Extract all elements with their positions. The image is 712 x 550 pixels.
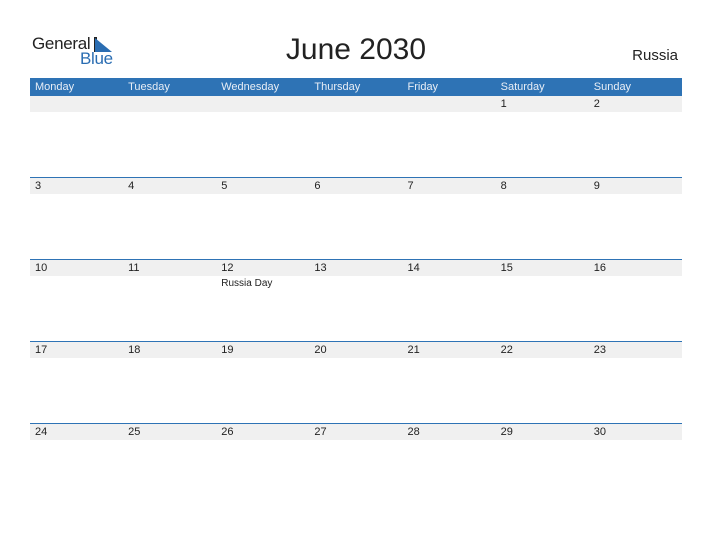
holiday-label xyxy=(30,358,123,360)
day-number: 10 xyxy=(35,262,48,274)
holiday-label xyxy=(309,440,402,442)
day-number-row: 12 xyxy=(30,96,682,112)
day-number: 4 xyxy=(128,180,135,192)
day-number xyxy=(309,96,402,112)
holiday-label xyxy=(403,112,496,114)
day-number-row: 3 4 5 6 7 8 9 xyxy=(30,178,682,194)
week-row: 3 4 5 6 7 8 9 xyxy=(30,177,682,259)
holiday-label xyxy=(309,112,402,114)
day-number: 25 xyxy=(128,426,141,438)
day-number: 29 xyxy=(500,426,513,438)
holiday-label xyxy=(496,276,589,289)
holiday-label xyxy=(216,194,309,196)
holiday-label xyxy=(30,194,123,196)
day-number: 22 xyxy=(500,344,513,356)
holiday-label xyxy=(309,276,402,289)
country-label: Russia xyxy=(632,47,678,64)
weekday-wednesday: Wednesday xyxy=(221,81,280,93)
weekday-tuesday: Tuesday xyxy=(128,81,170,93)
holiday-label xyxy=(30,112,123,114)
weekday-friday: Friday xyxy=(407,81,439,93)
day-number: 13 xyxy=(314,262,327,274)
holiday-label xyxy=(216,358,309,360)
day-number: 11 xyxy=(128,262,140,274)
event-row xyxy=(30,194,682,196)
holiday-label xyxy=(496,440,589,442)
holiday-label xyxy=(216,440,309,442)
day-number: 21 xyxy=(407,344,420,356)
weekday-sunday: Sunday xyxy=(593,81,632,93)
day-number xyxy=(30,96,123,112)
holiday-label xyxy=(496,194,589,196)
day-number: 3 xyxy=(35,180,42,192)
holiday-label xyxy=(123,112,216,114)
day-number: 26 xyxy=(221,426,234,438)
week-row: 12 xyxy=(30,96,682,177)
weekday-saturday: Saturday xyxy=(500,81,545,93)
holiday-label xyxy=(216,112,309,114)
holiday-label xyxy=(589,112,682,114)
day-number: 24 xyxy=(35,426,48,438)
holiday-label xyxy=(589,276,682,289)
day-number: 16 xyxy=(593,262,606,274)
day-number xyxy=(216,96,309,112)
holiday-label xyxy=(403,358,496,360)
event-row xyxy=(30,358,682,360)
day-number: 19 xyxy=(221,344,234,356)
day-number-row: 10 11 12 13 14 15 16 xyxy=(30,260,682,276)
day-number xyxy=(403,96,496,112)
weekday-header: Monday Tuesday Wednesday Thursday Friday… xyxy=(30,78,682,96)
holiday-label xyxy=(30,276,123,289)
holiday-label xyxy=(403,440,496,442)
day-number: 14 xyxy=(407,262,420,274)
calendar-grid: Monday Tuesday Wednesday Thursday Friday… xyxy=(30,78,682,505)
holiday-label xyxy=(123,194,216,196)
day-number: 23 xyxy=(593,344,606,356)
day-number: 7 xyxy=(407,180,414,192)
week-row: 10 11 12 13 14 15 16 Russia Day xyxy=(30,259,682,341)
weekday-monday: Monday xyxy=(35,81,75,93)
holiday-label xyxy=(403,194,496,196)
week-row: 17 18 19 20 21 22 23 xyxy=(30,341,682,423)
day-number: 30 xyxy=(593,426,606,438)
day-number: 28 xyxy=(407,426,420,438)
day-number-row: 24 25 26 27 28 29 30 xyxy=(30,424,682,440)
day-number: 20 xyxy=(314,344,327,356)
holiday-label xyxy=(496,358,589,360)
weekday-thursday: Thursday xyxy=(314,81,361,93)
holiday-label xyxy=(123,276,216,289)
day-number: 2 xyxy=(593,98,600,110)
holiday-label xyxy=(309,194,402,196)
day-number: 12 xyxy=(221,262,234,274)
holiday-label xyxy=(589,194,682,196)
day-number: 9 xyxy=(593,180,600,192)
holiday-label xyxy=(123,358,216,360)
day-number: 5 xyxy=(221,180,228,192)
holiday-label xyxy=(589,440,682,442)
week-row: 24 25 26 27 28 29 30 xyxy=(30,423,682,505)
event-row xyxy=(30,112,682,114)
event-row: Russia Day xyxy=(30,276,682,289)
day-number: 8 xyxy=(500,180,507,192)
day-number: 6 xyxy=(314,180,321,192)
day-number: 18 xyxy=(128,344,141,356)
day-number: 17 xyxy=(35,344,48,356)
holiday-label xyxy=(309,358,402,360)
holiday-label xyxy=(123,440,216,442)
holiday-label xyxy=(403,276,496,289)
holiday-label xyxy=(30,440,123,442)
day-number-row: 17 18 19 20 21 22 23 xyxy=(30,342,682,358)
holiday-label xyxy=(496,112,589,114)
day-number: 15 xyxy=(500,262,513,274)
day-number: 27 xyxy=(314,426,327,438)
event-row xyxy=(30,440,682,442)
day-number xyxy=(123,96,216,112)
day-number: 1 xyxy=(500,98,507,110)
page-title: June 2030 xyxy=(285,33,427,66)
holiday-label xyxy=(589,358,682,360)
holiday-label: Russia Day xyxy=(221,278,273,289)
